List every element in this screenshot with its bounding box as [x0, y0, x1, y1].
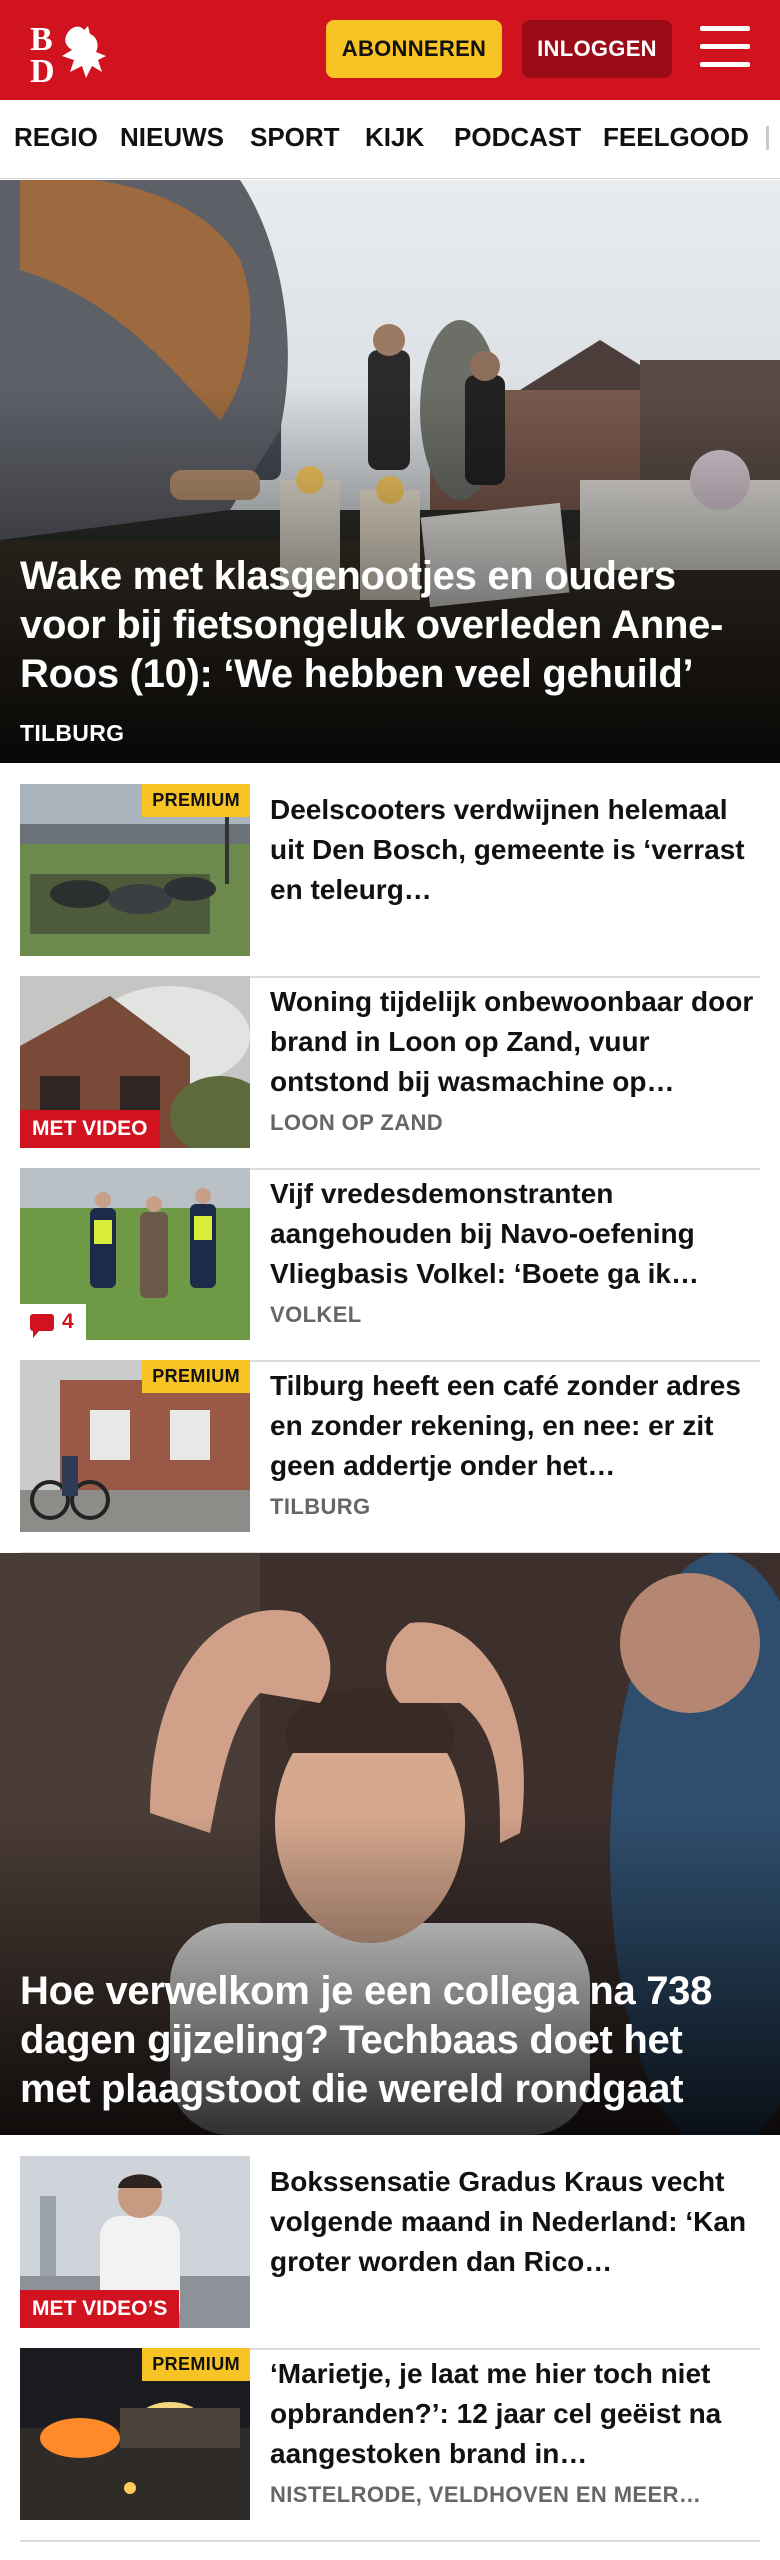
hero-location: TILBURG	[20, 720, 125, 746]
nav-item-regio[interactable]: REGIO	[14, 122, 98, 153]
section-nav: REGIO NIEUWS SPORT KIJK PODCAST FEELGOOD	[0, 100, 780, 179]
list-item[interactable]: PREMIUM Tilburg heeft een café zonder ad…	[20, 1360, 760, 1554]
list-item[interactable]: PREMIUM Deelscooters verdwijnen helemaal…	[20, 784, 760, 978]
article-location: TILBURG	[270, 1494, 371, 1519]
thumbnail-demonstration: 4	[20, 1168, 250, 1340]
premium-badge: PREMIUM	[142, 2348, 250, 2381]
article-title[interactable]: Deelscooters verdwijnen helemaal uit Den…	[270, 790, 760, 910]
list-item[interactable]: 4 Vijf vredesdemonstranten aangehouden b…	[20, 1168, 760, 1362]
hero-article-heart[interactable]: Hoe verwelkom je een collega na 738 dage…	[0, 1553, 780, 2135]
bd-logo[interactable]: B D	[26, 16, 116, 90]
thumbnail-scooters: PREMIUM	[20, 784, 250, 956]
thumbnail-boxer: MET VIDEO’S	[20, 2156, 250, 2328]
video-badge: MET VIDEO’S	[20, 2290, 180, 2328]
list-item[interactable]: PREMIUM ‘Marietje, je laat me hier toch …	[20, 2348, 760, 2542]
article-location: NISTELRODE, VELDHOVEN EN MEER…	[270, 2482, 702, 2507]
comment-count-badge[interactable]: 4	[20, 1304, 86, 1340]
article-location: LOON OP ZAND	[270, 1110, 444, 1135]
premium-badge: PREMIUM	[142, 784, 250, 817]
hero-title[interactable]: Hoe verwelkom je een collega na 738 dage…	[20, 1967, 758, 2114]
top-bar: B D ABONNEREN INLOGGEN	[0, 0, 780, 100]
article-title[interactable]: Vijf vredesdemonstranten aangehouden bij…	[270, 1174, 760, 1294]
thumbnail-cafe: PREMIUM	[20, 1360, 250, 1532]
svg-text:D: D	[30, 53, 55, 84]
list-item[interactable]: MET VIDEO’S Bokssensatie Gradus Kraus ve…	[20, 2156, 760, 2350]
nav-item-feelgood[interactable]: FEELGOOD	[603, 122, 749, 153]
video-badge: MET VIDEO	[20, 1110, 160, 1148]
nav-item-sport[interactable]: SPORT	[250, 122, 340, 153]
hamburger-menu-icon[interactable]	[700, 26, 750, 72]
thumbnail-house-fire: MET VIDEO	[20, 976, 250, 1148]
comment-icon	[30, 1313, 54, 1338]
article-title[interactable]: ‘Marietje, je laat me hier toch niet opb…	[270, 2354, 760, 2474]
subscribe-button[interactable]: ABONNEREN	[326, 20, 502, 78]
hero-title[interactable]: Wake met klasgenootjes en ouders voor bi…	[20, 552, 758, 699]
list-item[interactable]: MET VIDEO Woning tijdelijk onbewoonbaar …	[20, 976, 760, 1170]
comment-count: 4	[62, 1310, 74, 1333]
article-title[interactable]: Woning tijdelijk onbewoonbaar door brand…	[270, 982, 760, 1102]
hero-article-wake[interactable]: Wake met klasgenootjes en ouders voor bi…	[0, 180, 780, 763]
article-title[interactable]: Bokssensatie Gradus Kraus vecht volgende…	[270, 2162, 760, 2282]
article-location: VOLKEL	[270, 1302, 362, 1327]
nav-item-kijk[interactable]: KIJK	[365, 122, 424, 153]
thumbnail-fire-night: PREMIUM	[20, 2348, 250, 2520]
article-title[interactable]: Tilburg heeft een café zonder adres en z…	[270, 1366, 760, 1486]
login-button[interactable]: INLOGGEN	[522, 20, 672, 78]
nav-item-podcast[interactable]: PODCAST	[454, 122, 581, 153]
nav-item-nieuws[interactable]: NIEUWS	[120, 122, 224, 153]
premium-badge: PREMIUM	[142, 1360, 250, 1393]
nav-overflow-indicator	[766, 126, 769, 150]
